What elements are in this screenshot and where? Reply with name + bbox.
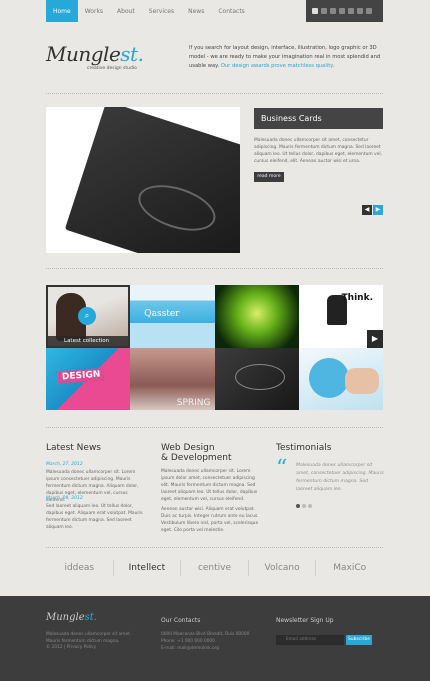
digg-icon[interactable] [357, 8, 363, 14]
web-text: Malesuada donec ullamcorper sit. Lorem i… [161, 469, 258, 502]
portfolio-gallery: ⌕ Latest collection Qasster Think. ▶ DES… [46, 285, 383, 410]
footer-logo-accent: st. [84, 612, 97, 623]
partner-logo[interactable]: iddeas [46, 563, 113, 573]
facebook-icon[interactable] [312, 8, 318, 14]
partner-logos: iddeas Intellect centive Volcano MaxiCo [46, 553, 383, 583]
nav-item-about[interactable]: About [110, 0, 142, 22]
news-text: Sed laoreet aliquam leo. Ut tellus dolor… [46, 504, 143, 530]
testimonials-heading: Testimonials [276, 443, 332, 453]
news-date: March, 09, 2012 [46, 496, 83, 501]
gallery-tile-laptop[interactable] [298, 347, 383, 410]
pager-dot[interactable] [302, 504, 306, 508]
divider [46, 268, 383, 269]
twitter-icon[interactable] [321, 8, 327, 14]
footer-phone: Phone: +1 000 000 0000 [161, 639, 215, 644]
quote-icon: “ [276, 456, 288, 481]
gallery-tile-design[interactable]: DESIGN [46, 347, 131, 410]
partner-logo[interactable]: Intellect [114, 563, 181, 573]
nav-item-news[interactable]: News [181, 0, 211, 22]
play-icon[interactable]: ▶ [367, 329, 383, 348]
news-heading: Latest News [46, 443, 101, 453]
newsletter-heading: Newsletter Sign Up [276, 617, 334, 624]
partner-logo[interactable]: Volcano [249, 563, 316, 573]
nav-item-works[interactable]: Works [78, 0, 110, 22]
web-heading-line2: & Development [161, 453, 232, 463]
pager-dot[interactable] [308, 504, 312, 508]
nav-item-contacts[interactable]: Contacts [211, 0, 251, 22]
nav-item-services[interactable]: Services [142, 0, 181, 22]
testimonial-pager [296, 504, 312, 508]
divider [46, 547, 383, 548]
news-date: March, 27, 2012 [46, 462, 83, 467]
delicious-icon[interactable] [339, 8, 345, 14]
divider [46, 93, 383, 94]
slider-next-button[interactable]: ▶ [373, 205, 383, 215]
magnifier-icon[interactable]: ⌕ [78, 307, 96, 325]
tile-label: Think. [341, 293, 373, 303]
contacts-heading: Our Contacts [161, 617, 201, 624]
tile-label: Qasster [144, 309, 180, 319]
social-bar [306, 0, 383, 22]
footer-email[interactable]: E-mail: mail@demolink.org [161, 646, 219, 653]
web-heading-line1: Web Design [161, 443, 215, 453]
myspace-icon[interactable] [366, 8, 372, 14]
gallery-tile-qasster[interactable]: Qasster [130, 285, 215, 348]
tile-label: SPRING [176, 398, 211, 408]
logo[interactable]: Munglest. [46, 42, 144, 66]
gallery-tile-woman[interactable]: ⌕ Latest collection [46, 285, 131, 348]
footer-copyright[interactable]: © 2012 | Privacy Policy [46, 645, 96, 652]
main-nav: Home Works About Services News Contacts [46, 0, 252, 22]
logo-main: Mungle [46, 42, 121, 66]
footer-logo-main: Mungle [46, 612, 85, 623]
gallery-tile-card[interactable] [214, 347, 299, 410]
partner-logo[interactable]: centive [181, 563, 248, 573]
testimonial-text: Malesuada donec ullamcorper sit amet, co… [296, 463, 384, 492]
read-more-button[interactable]: read more [254, 172, 284, 182]
subscribe-button[interactable]: Subscribe [346, 635, 372, 645]
business-card-photo [64, 107, 240, 253]
footer-about: Malesuada donec ullamcorper sit amet. Ma… [46, 632, 132, 644]
slider-prev-button[interactable]: ◀ [362, 205, 372, 215]
rss-icon[interactable] [330, 8, 336, 14]
gallery-caption: Latest collection [48, 335, 129, 346]
newsletter-email-input[interactable]: Email address [276, 635, 344, 645]
intro-text: If you search for layout design, interfa… [189, 44, 385, 71]
web-text: Aenean auctor wisi. Aliquam erat volutpa… [161, 507, 259, 533]
partner-logo[interactable]: MaxiCo [316, 563, 383, 573]
slide-text: Malesuada donec ullamcorper sit amet, co… [254, 138, 382, 164]
footer-logo[interactable]: Munglest. [46, 612, 97, 623]
gallery-tile-think[interactable]: Think. ▶ [298, 285, 383, 348]
tagline: creative design studio [87, 66, 137, 71]
nav-item-home[interactable]: Home [46, 0, 78, 22]
footer-address: 0000 Maecenas Blvd Blandit, Duis 00000 [161, 632, 250, 637]
web-heading: Web Design & Development [161, 443, 231, 463]
slide-title: Business Cards [254, 108, 383, 129]
gallery-tile-spring[interactable]: SPRING [130, 347, 215, 410]
pager-dot[interactable] [296, 504, 300, 508]
intro-highlight: Our design awards prove matchless qualit… [220, 63, 335, 69]
logo-accent: st. [120, 42, 144, 66]
divider [46, 427, 383, 428]
gallery-tile-green[interactable] [214, 285, 299, 348]
flickr-icon[interactable] [348, 8, 354, 14]
tile-label: DESIGN [57, 367, 105, 384]
slider-image [46, 107, 240, 253]
